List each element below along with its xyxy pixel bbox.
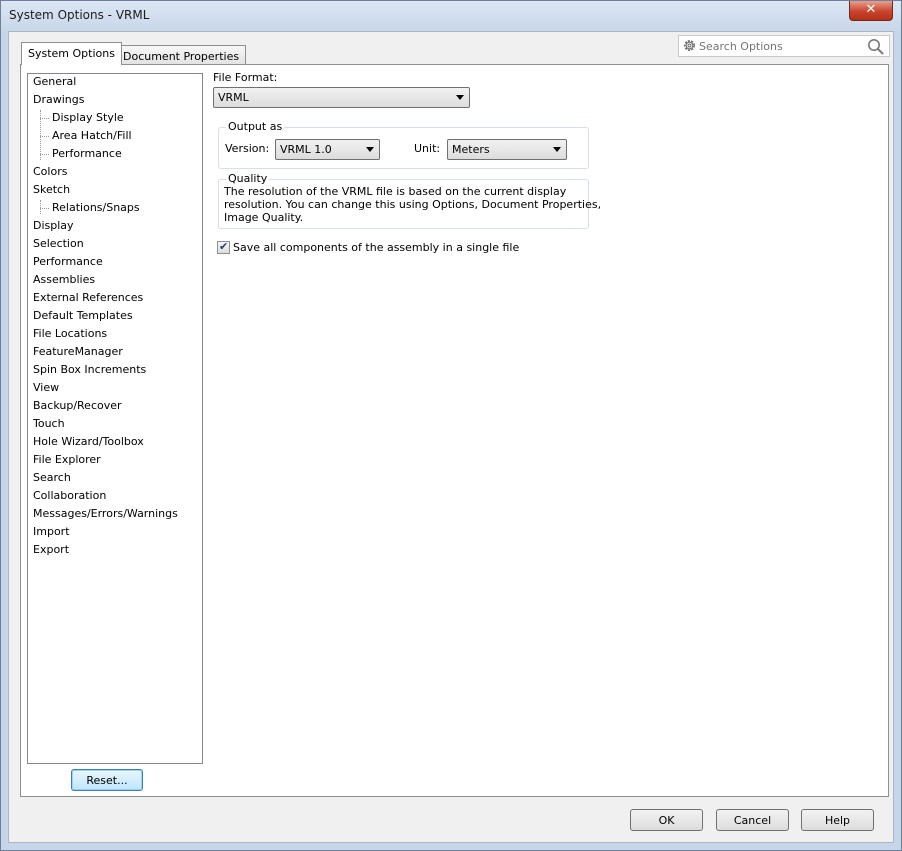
chevron-down-icon [366, 147, 374, 152]
tree-connector [40, 200, 41, 214]
chevron-down-icon [553, 147, 561, 152]
close-button[interactable]: ✕ [849, 1, 893, 21]
version-dropdown[interactable]: VRML 1.0 [275, 139, 380, 160]
tree-item-area-hatch-fill[interactable]: Area Hatch/Fill [52, 128, 132, 144]
tree-item-hole-wizard-toolbox[interactable]: Hole Wizard/Toolbox [33, 434, 144, 450]
tab-document-properties[interactable]: Document Properties [116, 45, 247, 65]
quality-text-line-2: resolution. You can change this using Op… [224, 198, 602, 211]
tree-item-display-style[interactable]: Display Style [52, 110, 124, 126]
tree-item-file-explorer[interactable]: File Explorer [33, 452, 101, 468]
save-single-file-label[interactable]: Save all components of the assembly in a… [233, 241, 519, 254]
search-icon[interactable] [867, 38, 885, 56]
search-box[interactable] [678, 35, 890, 57]
tree-item-spin-box-increments[interactable]: Spin Box Increments [33, 362, 146, 378]
tree-item-drawings-performance[interactable]: Performance [52, 146, 122, 162]
title-bar[interactable]: System Options - VRML ✕ [1, 1, 901, 31]
options-panel: General Drawings Display Style Area Hatc… [20, 64, 889, 797]
unit-value: Meters [452, 143, 490, 156]
gear-icon [684, 40, 695, 51]
tree-item-sketch[interactable]: Sketch [33, 182, 70, 198]
quality-text-line-1: The resolution of the VRML file is based… [224, 185, 567, 198]
help-button[interactable]: Help [801, 809, 874, 831]
tree-item-external-references[interactable]: External References [33, 290, 143, 306]
tree-item-general[interactable]: General [33, 74, 76, 90]
tree-item-messages-errors-warnings[interactable]: Messages/Errors/Warnings [33, 506, 178, 522]
tree-item-drawings[interactable]: Drawings [33, 92, 84, 108]
tree-item-assemblies[interactable]: Assemblies [33, 272, 95, 288]
tree-item-performance[interactable]: Performance [33, 254, 103, 270]
chevron-down-icon [456, 95, 464, 100]
tree-item-search[interactable]: Search [33, 470, 71, 486]
unit-label: Unit: [414, 142, 441, 155]
tree-item-export[interactable]: Export [33, 542, 69, 558]
checkmark-icon: ✔ [219, 240, 229, 253]
tree-connector [40, 136, 49, 137]
window-title: System Options - VRML [9, 8, 150, 22]
quality-group: Quality The resolution of the VRML file … [218, 172, 601, 229]
tree-connector [40, 154, 49, 155]
tree-item-file-locations[interactable]: File Locations [33, 326, 107, 342]
close-icon: ✕ [865, 2, 877, 17]
tree-item-import[interactable]: Import [33, 524, 70, 540]
version-label: Version: [225, 142, 270, 155]
tree-item-display[interactable]: Display [33, 218, 74, 234]
tree-connector [40, 208, 49, 209]
version-value: VRML 1.0 [280, 143, 332, 156]
tree-item-colors[interactable]: Colors [33, 164, 67, 180]
tree-item-view[interactable]: View [33, 380, 59, 396]
cancel-button[interactable]: Cancel [716, 809, 789, 831]
tree-item-selection[interactable]: Selection [33, 236, 84, 252]
dialog-body: System Options Document Properties Searc… [8, 31, 894, 843]
file-format-label: File Format: [213, 71, 278, 84]
output-as-legend: Output as [226, 120, 285, 133]
tree-item-touch[interactable]: Touch [33, 416, 65, 432]
tab-system-options[interactable]: System Options [21, 42, 122, 65]
file-format-dropdown[interactable]: VRML [213, 87, 470, 108]
save-single-file-checkbox[interactable]: ✔ [217, 240, 230, 254]
options-tree[interactable]: General Drawings Display Style Area Hatc… [27, 73, 203, 764]
tree-item-default-templates[interactable]: Default Templates [33, 308, 133, 324]
reset-button[interactable]: Reset... [71, 769, 143, 791]
search-input[interactable] [699, 38, 859, 54]
tree-item-relations-snaps[interactable]: Relations/Snaps [52, 200, 140, 216]
tree-item-featuremanager[interactable]: FeatureManager [33, 344, 123, 360]
quality-legend: Quality [226, 172, 270, 185]
system-options-window: System Options - VRML ✕ System Options D… [0, 0, 902, 851]
quality-text-line-3: Image Quality. [224, 211, 304, 224]
tree-connector [40, 118, 49, 119]
file-format-value: VRML [218, 91, 249, 104]
tree-item-backup-recover[interactable]: Backup/Recover [33, 398, 122, 414]
output-as-group: Output as Version: VRML 1.0 Unit: Meters [218, 120, 589, 169]
tree-item-collaboration[interactable]: Collaboration [33, 488, 106, 504]
ok-button[interactable]: OK [630, 809, 703, 831]
unit-dropdown[interactable]: Meters [447, 139, 567, 160]
